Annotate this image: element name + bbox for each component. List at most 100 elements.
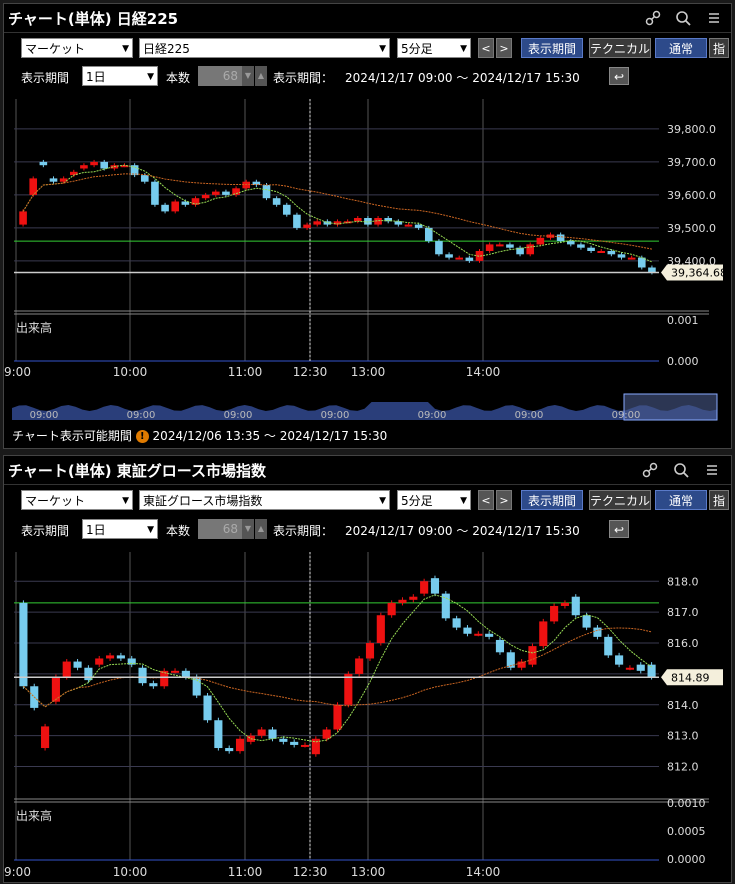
- candle-body: [272, 198, 281, 205]
- navigator-label: 09:00: [418, 410, 447, 421]
- chevron-down-icon: ▼: [379, 44, 386, 54]
- period-navigator[interactable]: 09:00 09:00 09:00 09:00 09:00 09:00 09:00: [4, 392, 733, 422]
- candle-body: [151, 181, 159, 205]
- candle-body: [452, 618, 461, 628]
- y-tick-label: 813.0: [667, 730, 699, 743]
- candle-body: [282, 204, 291, 215]
- candle-body: [268, 729, 277, 739]
- count-down-icon[interactable]: ▼: [242, 66, 254, 86]
- next-button[interactable]: >: [496, 490, 512, 510]
- candle-body: [648, 267, 656, 273]
- candle-body: [323, 221, 332, 225]
- link-icon[interactable]: [645, 10, 661, 26]
- candle-body: [556, 234, 565, 242]
- interval-select[interactable]: 5分足 ▼: [397, 38, 471, 58]
- candle-body: [344, 673, 353, 705]
- candle-body: [116, 655, 125, 659]
- candle-body: [235, 738, 245, 752]
- candle-body: [138, 667, 147, 684]
- y-tick-label: 39,700.0: [667, 156, 716, 169]
- volume-label: 出来高: [16, 321, 53, 335]
- search-icon[interactable]: [673, 462, 689, 478]
- count-up-icon[interactable]: ▲: [255, 519, 267, 539]
- ma-long-line: [23, 627, 652, 708]
- count-down-icon[interactable]: ▼: [242, 519, 254, 539]
- candle-body: [445, 254, 453, 258]
- volume-tick-label: 0.0005: [667, 825, 706, 838]
- prev-button[interactable]: <: [478, 38, 494, 58]
- normal-button[interactable]: 通常: [655, 490, 707, 510]
- count-input[interactable]: 68: [198, 519, 242, 539]
- period-button[interactable]: 表示期間: [521, 490, 583, 510]
- period-select[interactable]: 1日 ▼: [82, 66, 158, 86]
- volume-tick-label: 0.000: [667, 355, 699, 368]
- reset-icon[interactable]: ↩: [609, 67, 629, 85]
- candle-body: [232, 188, 240, 195]
- warning-icon: !: [135, 430, 149, 443]
- technical-button[interactable]: テクニカル: [589, 38, 651, 58]
- symbol-select[interactable]: 東証グロース市場指数 ▼: [139, 490, 390, 510]
- ma-short-line: [22, 164, 653, 263]
- candle-body: [161, 204, 169, 212]
- index-button[interactable]: 指: [709, 38, 729, 58]
- candle-body: [528, 646, 537, 665]
- candle-body: [582, 615, 591, 628]
- x-tick-label: 13:00: [351, 365, 386, 379]
- x-tick-label: 13:00: [351, 865, 386, 879]
- y-tick-label: 39,600.0: [667, 189, 716, 202]
- candle-body: [201, 194, 210, 199]
- chevron-down-icon: ▼: [460, 44, 467, 54]
- market-select[interactable]: マーケット ▼: [21, 490, 133, 510]
- price-chart[interactable]: 39,800.039,700.039,600.039,500.039,400.0…: [4, 89, 733, 389]
- y-tick-label: 816.0: [667, 637, 699, 650]
- candle-body: [636, 664, 645, 671]
- chart-panel-growth: チャート(単体) 東証グロース市場指数 マーケット ▼ 東証グロース市場指数 ▼ 5…: [3, 455, 732, 883]
- technical-button[interactable]: テクニカル: [589, 490, 651, 510]
- x-tick-label: 12:30: [293, 865, 328, 879]
- panel-titlebar: チャート(単体) 日経225: [4, 4, 731, 33]
- price-chart[interactable]: 818.0817.0816.0815.0814.0813.0812.00.001…: [4, 542, 733, 882]
- volume-label: 出来高: [16, 809, 53, 823]
- y-tick-label: 39,500.0: [667, 222, 716, 235]
- x-tick-label: 10:00: [113, 365, 148, 379]
- candle-body: [550, 605, 559, 622]
- prev-button[interactable]: <: [478, 490, 494, 510]
- count-up-icon[interactable]: ▲: [255, 66, 267, 86]
- candle-body: [475, 251, 484, 261]
- next-button[interactable]: >: [496, 38, 512, 58]
- range-label: 表示期間：: [273, 524, 334, 538]
- range-value: 2024/12/17 09:00 ～ 2024/12/17 15:30: [345, 71, 580, 85]
- panel-title: チャート(単体) 東証グロース市場指数: [8, 462, 267, 480]
- market-select[interactable]: マーケット ▼: [21, 38, 133, 58]
- chevron-down-icon: ▼: [460, 496, 467, 506]
- candle-body: [211, 191, 220, 195]
- interval-select[interactable]: 5分足 ▼: [397, 490, 471, 510]
- candle-body: [49, 178, 58, 182]
- link-icon[interactable]: [642, 462, 658, 478]
- period-button[interactable]: 表示期間: [521, 38, 583, 58]
- reset-icon[interactable]: ↩: [609, 520, 629, 538]
- normal-button[interactable]: 通常: [655, 38, 707, 58]
- search-icon[interactable]: [675, 10, 691, 26]
- candle-body: [414, 224, 423, 228]
- candle-body: [430, 578, 440, 594]
- candle-body: [625, 667, 634, 670]
- candle-body: [41, 726, 50, 749]
- candle-body: [593, 627, 602, 637]
- panel-title: チャート(単体) 日経225: [8, 10, 179, 28]
- candle-body: [181, 670, 190, 677]
- candle-body: [455, 257, 464, 260]
- menu-icon[interactable]: [704, 462, 720, 478]
- candle-body: [300, 744, 310, 747]
- candle-body: [506, 244, 514, 248]
- candle-body: [587, 247, 595, 251]
- candle-body: [242, 181, 251, 189]
- period-select[interactable]: 1日 ▼: [82, 519, 158, 539]
- candle-body: [290, 741, 299, 745]
- index-button[interactable]: 指: [709, 490, 729, 510]
- menu-icon[interactable]: [706, 10, 722, 26]
- candle-body: [376, 615, 385, 644]
- symbol-select[interactable]: 日経225 ▼: [139, 38, 390, 58]
- count-input[interactable]: 68: [198, 66, 242, 86]
- candle-body: [398, 599, 407, 603]
